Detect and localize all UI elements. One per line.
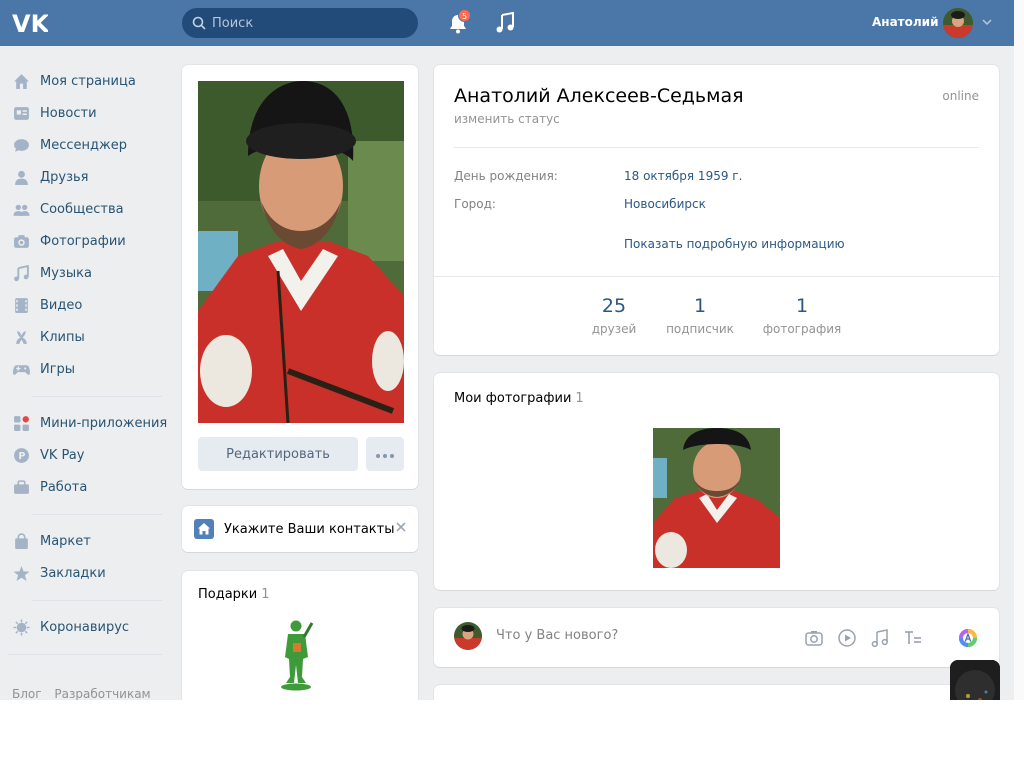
vkpay-icon: P — [11, 446, 31, 464]
news-icon — [11, 104, 31, 122]
sidebar-item-bookmarks[interactable]: Закладки — [8, 557, 168, 589]
post-composer-card — [434, 608, 999, 667]
info-divider — [454, 147, 979, 148]
gift-soldier-image[interactable] — [278, 617, 318, 691]
star-icon — [11, 564, 31, 582]
home-icon — [194, 519, 214, 539]
page-frame: VK 5 Анатолий — [0, 0, 1014, 700]
music-icon[interactable] — [870, 628, 890, 648]
art-icon[interactable] — [958, 628, 978, 648]
search-box[interactable] — [182, 8, 418, 38]
communities-icon — [11, 200, 31, 218]
svg-text:VK: VK — [12, 10, 48, 37]
sidebar-item-video[interactable]: Видео — [8, 289, 168, 321]
sidebar-item-coronavirus[interactable]: Коронавирус — [8, 611, 168, 643]
vk-logo-icon[interactable]: VK — [12, 9, 48, 37]
sidebar-item-photos[interactable]: Фотографии — [8, 225, 168, 257]
gamepad-icon — [11, 360, 31, 378]
camera-icon[interactable] — [804, 628, 824, 648]
contacts-prompt-text[interactable]: Укажите Ваши контакты — [224, 522, 395, 537]
header-avatar[interactable] — [943, 8, 973, 38]
sidebar-item-messenger[interactable]: Мессенджер — [8, 129, 168, 161]
messenger-icon — [11, 136, 31, 154]
sidebar-item-vk-pay[interactable]: P VK Pay — [8, 439, 168, 471]
music-icon[interactable] — [494, 11, 516, 35]
city-label: Город: — [454, 197, 496, 211]
edit-profile-button[interactable]: Редактировать — [198, 437, 358, 471]
chevron-down-icon[interactable] — [982, 18, 992, 26]
counter-photos[interactable]: 1 фотография — [757, 295, 847, 336]
sidebar-item-work[interactable]: Работа — [8, 471, 168, 503]
notifications-badge: 5 — [458, 9, 471, 22]
info-divider — [434, 276, 999, 277]
wall-card — [434, 685, 999, 700]
gifts-card: Подарки 1 — [182, 571, 418, 700]
counter-followers[interactable]: 1 подписчик — [655, 295, 745, 336]
sidebar-item-news[interactable]: Новости — [8, 97, 168, 129]
left-sidebar: Моя страница Новости Мессенджер Друзья С… — [8, 65, 168, 665]
more-dots-icon — [376, 453, 394, 458]
sidebar-divider — [32, 600, 162, 601]
contacts-prompt-card[interactable]: Укажите Ваши контакты — [182, 506, 418, 552]
footer-link-developers[interactable]: Разработчикам — [54, 687, 150, 700]
page-edge — [1014, 0, 1024, 700]
sidebar-divider — [32, 514, 162, 515]
sidebar-item-mini-apps[interactable]: Мини-приложения — [8, 407, 168, 439]
sidebar-item-games[interactable]: Игры — [8, 353, 168, 385]
header-user-name[interactable]: Анатолий — [872, 15, 938, 29]
birthday-value[interactable]: 18 октября 1959 г. — [624, 169, 742, 183]
sidebar-divider — [32, 396, 162, 397]
profile-info-card: Анатолий Алексеев-Седьмая изменить стату… — [434, 65, 999, 355]
floating-avatar[interactable] — [950, 660, 1000, 700]
sidebar-item-music[interactable]: Музыка — [8, 257, 168, 289]
video-icon — [11, 296, 31, 314]
video-play-icon[interactable] — [837, 628, 857, 648]
top-bar: VK 5 Анатолий — [0, 0, 1014, 46]
briefcase-icon — [11, 478, 31, 496]
sidebar-divider — [8, 654, 162, 655]
my-photos-card: Мои фотографии 1 — [434, 373, 999, 590]
my-photos-header[interactable]: Мои фотографии 1 — [454, 391, 584, 406]
photo-thumbnail[interactable] — [653, 428, 780, 568]
footer-link-blog[interactable]: Блог — [12, 687, 42, 700]
svg-text:P: P — [18, 451, 25, 462]
counter-friends[interactable]: 25 друзей — [569, 295, 659, 336]
gifts-header[interactable]: Подарки 1 — [198, 587, 270, 602]
profile-photo[interactable] — [198, 81, 404, 423]
virus-icon — [11, 618, 31, 636]
friends-icon — [11, 168, 31, 186]
new-post-input[interactable] — [496, 628, 796, 643]
composer-avatar[interactable] — [454, 622, 482, 650]
sidebar-item-communities[interactable]: Сообщества — [8, 193, 168, 225]
bag-icon — [11, 532, 31, 550]
sidebar-item-my-page[interactable]: Моя страница — [8, 65, 168, 97]
search-input[interactable] — [212, 15, 402, 31]
sidebar-item-clips[interactable]: Клипы — [8, 321, 168, 353]
show-more-info-link[interactable]: Показать подробную информацию — [624, 237, 845, 251]
sidebar-item-market[interactable]: Маркет — [8, 525, 168, 557]
mini-apps-icon — [11, 414, 31, 432]
sidebar-item-friends[interactable]: Друзья — [8, 161, 168, 193]
city-value[interactable]: Новосибирск — [624, 197, 706, 211]
profile-name: Анатолий Алексеев-Седьмая — [454, 85, 744, 107]
birthday-label: День рождения: — [454, 169, 558, 183]
camera-icon — [11, 232, 31, 250]
home-icon — [11, 72, 31, 90]
edit-status-link[interactable]: изменить статус — [454, 112, 560, 126]
text-format-icon[interactable] — [903, 628, 923, 648]
search-icon — [192, 16, 206, 30]
sidebar-footer: Блог Разработчикам — [12, 687, 160, 700]
more-actions-button[interactable] — [366, 437, 404, 471]
clips-icon — [11, 328, 31, 346]
online-status: online — [942, 89, 979, 103]
close-icon[interactable] — [394, 520, 408, 534]
music-icon — [11, 264, 31, 282]
profile-photo-card: Редактировать — [182, 65, 418, 489]
